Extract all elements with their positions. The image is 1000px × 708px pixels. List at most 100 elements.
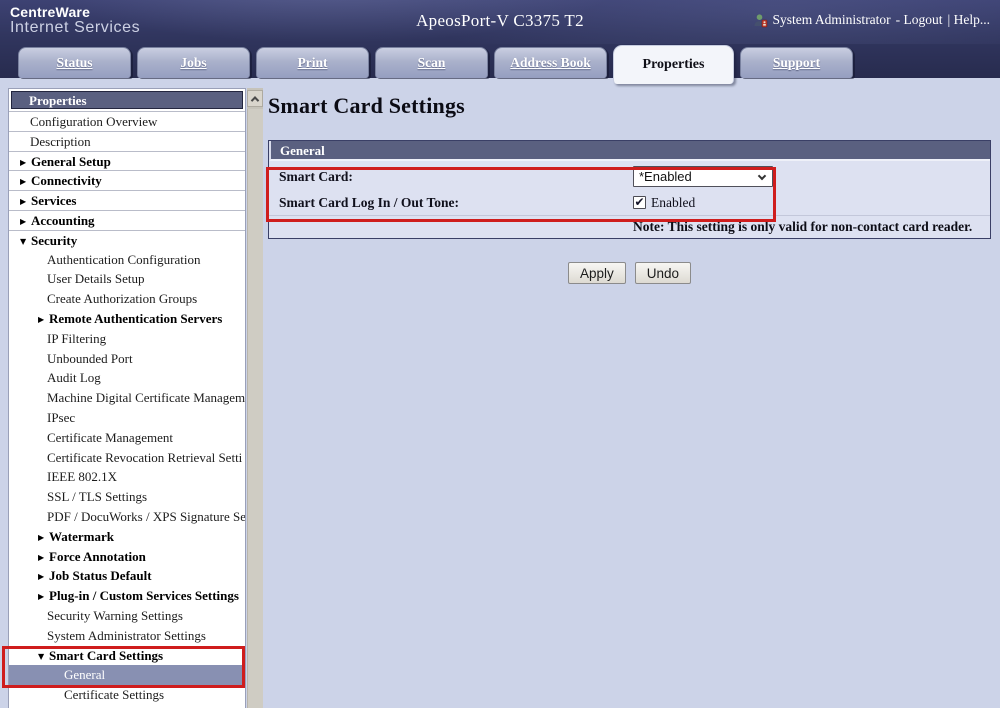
triangle-right-icon: ▶ (20, 172, 31, 190)
user-area: System Administrator - Logout | Help... (753, 12, 990, 28)
sidebar-item-description[interactable]: Description (9, 131, 245, 151)
smart-card-select[interactable]: *Enabled (633, 166, 773, 187)
sidebar-menu: Configuration OverviewDescription▶Genera… (9, 111, 245, 705)
tone-checkbox[interactable]: ✔ (633, 196, 646, 209)
scrollbar-track[interactable] (247, 109, 263, 708)
sidebar-item-ip-filtering[interactable]: IP Filtering (9, 329, 245, 349)
sidebar-item-connectivity[interactable]: ▶Connectivity (9, 170, 245, 190)
tab-bar: Status Jobs Print Scan Address Book Propertie… (18, 45, 853, 84)
triangle-down-icon: ▼ (38, 647, 49, 666)
help-link[interactable]: | Help... (948, 12, 990, 28)
sidebar-item-watermark[interactable]: ▶Watermark (9, 527, 245, 547)
sidebar-item-configuration-overview[interactable]: Configuration Overview (9, 111, 245, 131)
sidebar-item-pdf-docuworks-xps-signature-se[interactable]: PDF / DocuWorks / XPS Signature Se (9, 507, 245, 527)
tab-support[interactable]: Support (740, 47, 853, 78)
triangle-right-icon: ▶ (20, 153, 31, 171)
page: { "header": { "brand_line1": "CentreWare… (0, 0, 1000, 708)
sidebar-item-label: General Setup (31, 154, 111, 169)
sidebar-item-system-administrator-settings[interactable]: System Administrator Settings (9, 626, 245, 646)
sidebar-item-label: Machine Digital Certificate Managem (47, 390, 245, 405)
sidebar-item-authentication-configuration[interactable]: Authentication Configuration (9, 250, 245, 270)
tab-properties[interactable]: Properties (613, 45, 734, 84)
sidebar-item-security-warning-settings[interactable]: Security Warning Settings (9, 606, 245, 626)
user-icon (753, 13, 768, 28)
sidebar-item-label: IP Filtering (47, 331, 106, 346)
tab-scan[interactable]: Scan (375, 47, 488, 78)
sidebar-item-label: Configuration Overview (30, 114, 157, 129)
sidebar-item-certificate-settings[interactable]: Certificate Settings (9, 685, 245, 705)
tab-jobs[interactable]: Jobs (137, 47, 250, 78)
select-value: *Enabled (639, 169, 692, 184)
sidebar-item-label: User Details Setup (47, 271, 144, 286)
sidebar-item-label: Watermark (49, 529, 114, 544)
tab-address-book[interactable]: Address Book (494, 47, 607, 78)
triangle-right-icon: ▶ (20, 192, 31, 210)
tab-print[interactable]: Print (256, 47, 369, 78)
sidebar-item-job-status-default[interactable]: ▶Job Status Default (9, 566, 245, 586)
checkmark-icon: ✔ (634, 196, 644, 208)
sidebar-item-security[interactable]: ▼Security (9, 230, 245, 250)
sidebar-scrollbar[interactable] (247, 88, 263, 708)
sidebar-item-label: Force Annotation (49, 549, 146, 564)
sidebar-item-ipsec[interactable]: IPsec (9, 408, 245, 428)
general-section: General Smart Card: *Enabled Smart Card … (268, 140, 991, 239)
sidebar-item-smart-card-settings[interactable]: ▼Smart Card Settings (9, 646, 245, 666)
sidebar-item-label: Accounting (31, 213, 95, 228)
chevron-up-icon (251, 96, 259, 104)
sidebar-item-label: General (64, 667, 105, 682)
sidebar-title: Properties (11, 91, 243, 109)
sidebar-panel: Properties Configuration Overview Descrip… (8, 88, 246, 708)
undo-button[interactable]: Undo (635, 262, 691, 284)
app-header: CentreWare Internet Services ApeosPort-V… (0, 0, 1000, 78)
logout-link[interactable]: - Logout (896, 12, 943, 28)
page-title: Smart Card Settings (268, 93, 991, 119)
tone-row: Smart Card Log In / Out Tone: ✔ Enabled (269, 190, 990, 215)
triangle-right-icon: ▶ (20, 212, 31, 230)
sidebar-item-unbounded-port[interactable]: Unbounded Port (9, 349, 245, 369)
sidebar-item-label: Authentication Configuration (47, 252, 200, 267)
sidebar-item-force-annotation[interactable]: ▶Force Annotation (9, 547, 245, 567)
sidebar-item-services[interactable]: ▶Services (9, 190, 245, 210)
sidebar-item-remote-authentication-servers[interactable]: ▶Remote Authentication Servers (9, 309, 245, 329)
tab-label: Status (56, 55, 92, 71)
user-name: System Administrator (773, 12, 891, 28)
tone-checkbox-label[interactable]: Enabled (651, 195, 695, 211)
sidebar-item-label: Unbounded Port (47, 351, 133, 366)
tab-status[interactable]: Status (18, 47, 131, 78)
sidebar-item-create-authorization-groups[interactable]: Create Authorization Groups (9, 289, 245, 309)
sidebar-item-general-setup[interactable]: ▶General Setup (9, 151, 245, 171)
triangle-right-icon: ▶ (38, 528, 49, 547)
scroll-up-button[interactable] (247, 90, 263, 107)
sidebar-item-certificate-management[interactable]: Certificate Management (9, 428, 245, 448)
sidebar-item-label: Certificate Management (47, 430, 173, 445)
sidebar-item-label: IEEE 802.1X (47, 469, 117, 484)
sidebar-item-ieee-802-1x[interactable]: IEEE 802.1X (9, 467, 245, 487)
triangle-right-icon: ▶ (38, 310, 49, 329)
sidebar-item-certificate-revocation-retrieval-setti[interactable]: Certificate Revocation Retrieval Setti (9, 448, 245, 468)
sidebar-item-label: Description (30, 134, 91, 149)
sidebar-item-user-details-setup[interactable]: User Details Setup (9, 269, 245, 289)
triangle-down-icon: ▼ (20, 232, 31, 250)
tab-label: Scan (418, 55, 446, 71)
field-note: Note: This setting is only valid for non… (269, 215, 990, 238)
chevron-down-icon (758, 172, 766, 180)
sidebar-item-label: System Administrator Settings (47, 628, 206, 643)
main-content: Smart Card Settings General Smart Card: … (268, 88, 991, 284)
sidebar-item-ssl-tls-settings[interactable]: SSL / TLS Settings (9, 487, 245, 507)
tab-label: Properties (643, 57, 705, 73)
sidebar-item-label: PDF / DocuWorks / XPS Signature Se (47, 509, 245, 524)
tab-label: Print (298, 55, 328, 71)
sidebar-item-label: Certificate Settings (64, 687, 164, 702)
sidebar-item-label: Plug-in / Custom Services Settings (49, 588, 239, 603)
sidebar-item-general[interactable]: General (9, 665, 245, 685)
sidebar-item-accounting[interactable]: ▶Accounting (9, 210, 245, 230)
sidebar-item-label: Remote Authentication Servers (49, 311, 222, 326)
sidebar-item-label: Connectivity (31, 173, 102, 188)
sidebar-item-audit-log[interactable]: Audit Log (9, 368, 245, 388)
sidebar-item-plug-in-custom-services-settings[interactable]: ▶Plug-in / Custom Services Settings (9, 586, 245, 606)
sidebar-item-machine-digital-certificate-managem[interactable]: Machine Digital Certificate Managem (9, 388, 245, 408)
apply-button[interactable]: Apply (568, 262, 626, 284)
smart-card-label: Smart Card: (269, 169, 633, 185)
tab-label: Support (773, 55, 820, 71)
triangle-right-icon: ▶ (38, 567, 49, 586)
